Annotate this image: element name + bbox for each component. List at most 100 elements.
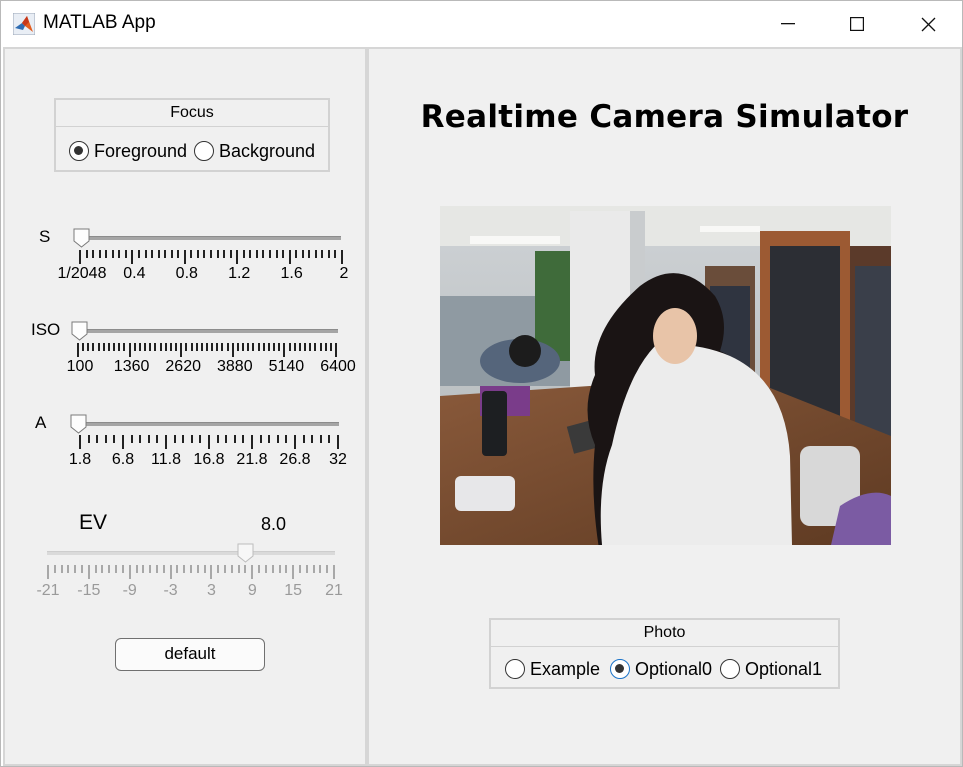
slider-tick	[251, 435, 253, 449]
shutter-slider-track[interactable]	[80, 236, 341, 240]
focus-group: Focus Foreground Background	[54, 98, 330, 172]
slider-tick-label: 5140	[268, 358, 305, 375]
slider-tick	[195, 343, 198, 351]
photo-example-label: Example	[530, 658, 601, 679]
minimize-button[interactable]	[753, 1, 823, 47]
slider-tick	[304, 343, 307, 351]
slider-tick	[185, 343, 188, 351]
slider-tick-label: 1/2048	[57, 265, 107, 282]
slider-tick	[216, 250, 219, 258]
slider-tick	[133, 343, 136, 351]
slider-tick	[275, 250, 278, 258]
slider-tick	[118, 250, 121, 258]
slider-tick	[267, 343, 270, 351]
slider-tick	[175, 343, 178, 351]
slider-tick	[255, 250, 258, 258]
slider-tick	[113, 435, 116, 443]
slider-tick	[242, 343, 245, 351]
slider-tick-label: -9	[122, 582, 137, 599]
slider-tick	[292, 565, 295, 579]
slider-tick	[154, 343, 157, 351]
camera-preview-image	[440, 206, 891, 545]
slider-tick	[229, 250, 232, 258]
slider-tick	[319, 343, 322, 351]
default-button[interactable]: default	[115, 638, 265, 671]
slider-tick	[190, 250, 193, 258]
slider-tick	[121, 565, 124, 573]
slider-tick	[206, 343, 208, 351]
iso-slider-thumb[interactable]	[71, 321, 88, 341]
slider-tick	[326, 565, 329, 573]
slider-tick	[208, 435, 210, 449]
slider-tick-label: 32	[329, 451, 347, 468]
slider-tick	[96, 435, 99, 443]
ev-slider-track[interactable]	[47, 551, 335, 555]
slider-tick	[210, 565, 213, 579]
slider-tick-label: 6400	[320, 358, 356, 375]
aperture-label: A	[35, 413, 47, 432]
focus-background-label: Background	[219, 140, 316, 161]
slider-tick-label: 0.8	[175, 265, 198, 282]
slider-tick	[251, 565, 254, 579]
slider-tick	[321, 250, 324, 258]
aperture-slider-ticks	[79, 435, 339, 451]
shutter-slider-thumb[interactable]	[73, 228, 90, 248]
slider-tick	[249, 250, 252, 258]
slider-tick	[118, 343, 121, 351]
slider-tick	[223, 250, 226, 258]
slider-tick	[268, 250, 271, 258]
focus-background-radio[interactable]: Background	[194, 140, 315, 162]
slider-tick	[105, 250, 108, 258]
slider-tick-label: -21	[36, 582, 60, 599]
slider-tick	[271, 565, 274, 573]
slider-tick	[262, 250, 265, 258]
photo-group-title: Photo	[491, 620, 838, 647]
slider-tick-label: 1.8	[68, 451, 92, 468]
slider-tick	[294, 435, 296, 449]
slider-tick	[295, 250, 298, 258]
slider-tick	[190, 343, 193, 351]
slider-tick	[231, 343, 234, 357]
slider-tick	[104, 435, 107, 443]
slider-tick	[87, 343, 90, 351]
slider-tick	[302, 435, 305, 443]
aperture-slider-track[interactable]	[78, 422, 339, 426]
slider-tick	[156, 435, 159, 443]
slider-tick	[226, 343, 229, 351]
focus-foreground-radio[interactable]: Foreground	[69, 140, 187, 162]
slider-tick	[276, 435, 279, 443]
maximize-button[interactable]	[822, 1, 892, 47]
shutter-slider-ticks	[79, 250, 343, 266]
close-button[interactable]	[893, 1, 963, 47]
title-bar: MATLAB App	[1, 1, 962, 47]
slider-tick	[278, 565, 281, 573]
slider-tick	[102, 343, 105, 351]
slider-tick	[123, 343, 126, 351]
slider-tick	[144, 250, 147, 258]
slider-tick	[285, 435, 288, 443]
slider-tick	[173, 435, 176, 443]
slider-tick	[293, 343, 296, 351]
matlab-logo-icon	[13, 13, 35, 35]
aperture-slider-thumb[interactable]	[70, 414, 87, 434]
iso-slider-track[interactable]	[79, 329, 338, 333]
slider-tick	[252, 343, 255, 351]
photo-optional1-radio[interactable]: Optional1	[720, 658, 822, 680]
slider-tick	[92, 343, 95, 351]
slider-tick	[113, 343, 116, 351]
app-heading: Realtime Camera Simulator	[420, 99, 909, 135]
slider-tick	[170, 250, 173, 258]
slider-tick	[177, 250, 180, 258]
photo-optional0-radio[interactable]: Optional0	[610, 658, 712, 680]
slider-tick	[60, 565, 63, 573]
ev-slider-thumb[interactable]	[237, 543, 254, 563]
slider-tick	[242, 250, 245, 258]
slider-tick	[53, 565, 56, 573]
slider-tick	[97, 343, 100, 351]
slider-tick	[128, 343, 131, 357]
slider-tick	[169, 343, 172, 351]
slider-tick	[224, 565, 227, 573]
photo-example-radio[interactable]: Example	[505, 658, 600, 680]
radio-unselected-icon	[505, 659, 525, 679]
slider-tick	[151, 250, 154, 258]
